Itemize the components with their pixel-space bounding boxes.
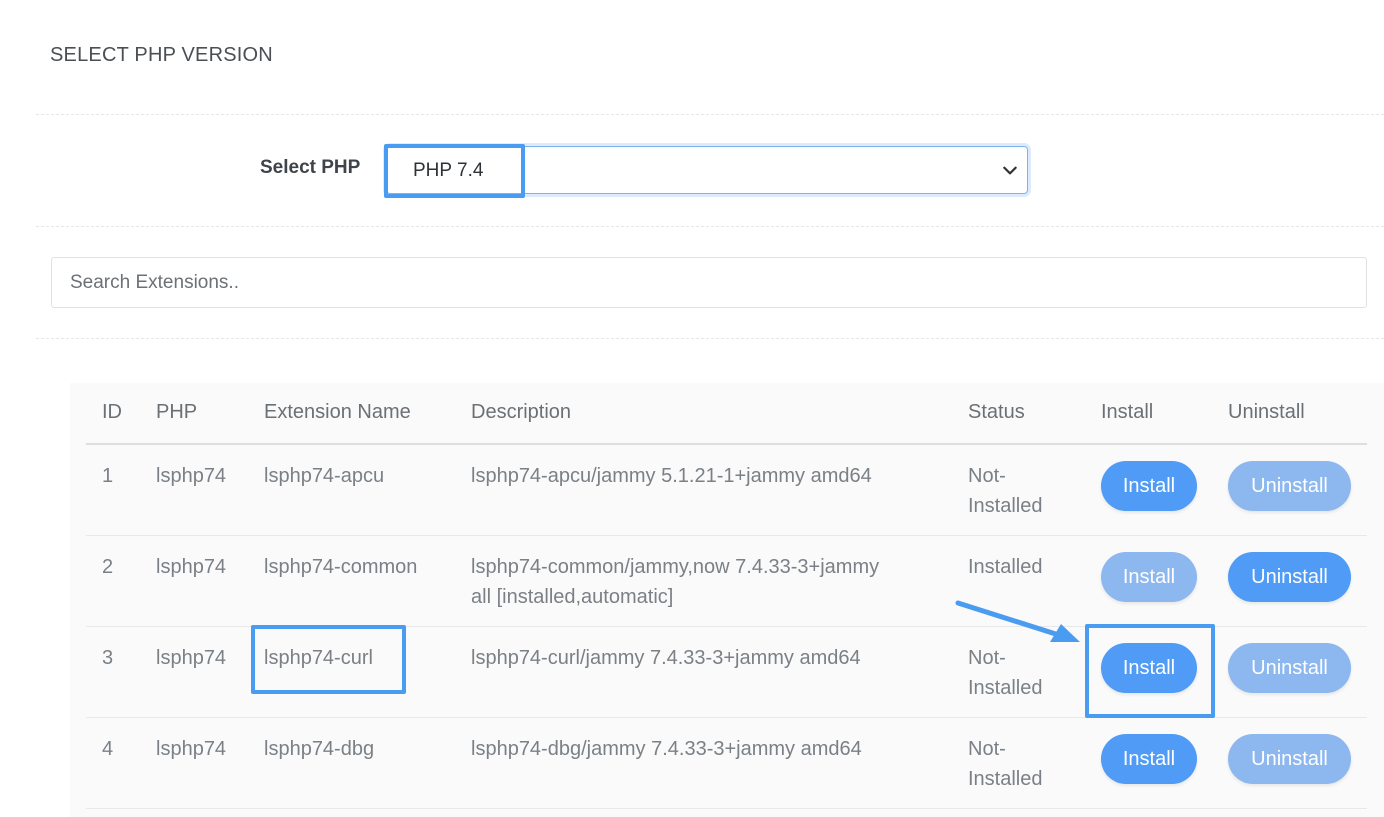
row-status: Installed: [968, 556, 1043, 578]
install-button[interactable]: Install: [1101, 552, 1197, 602]
row-status: Installed: [968, 677, 1043, 699]
search-input[interactable]: [52, 258, 1366, 307]
column-header-extension-name: Extension Name: [264, 401, 411, 423]
column-header-uninstall: Uninstall: [1228, 401, 1305, 423]
install-button[interactable]: Install: [1101, 643, 1197, 693]
row-status: Installed: [968, 768, 1043, 790]
column-header-id: ID: [102, 401, 122, 423]
php-version-value: PHP 7.4: [413, 160, 484, 181]
page-title: SELECT PHP VERSION: [50, 44, 273, 66]
header-divider: [86, 443, 1367, 445]
row-status: Not-: [968, 738, 1006, 760]
row-divider: [86, 808, 1367, 809]
row-php: lsphp74: [156, 738, 227, 760]
divider: [36, 226, 1384, 227]
divider: [36, 338, 1384, 339]
column-header-install: Install: [1101, 401, 1154, 423]
uninstall-button[interactable]: Uninstall: [1228, 461, 1351, 511]
chevron-down-icon: [1003, 166, 1017, 175]
row-status: Installed: [968, 495, 1043, 517]
uninstall-button[interactable]: Uninstall: [1228, 643, 1351, 693]
row-status: Not-: [968, 465, 1006, 487]
row-id: 3: [102, 647, 114, 669]
row-description: all [installed,automatic]: [471, 586, 674, 608]
row-divider: [86, 626, 1367, 627]
row-php: lsphp74: [156, 647, 227, 669]
row-extension-name: lsphp74-dbg: [264, 738, 375, 760]
row-divider: [86, 535, 1367, 536]
row-php: lsphp74: [156, 465, 227, 487]
row-php: lsphp74: [156, 556, 227, 578]
extensions-table: ID PHP Extension Name Description Status…: [70, 383, 1384, 817]
uninstall-button[interactable]: Uninstall: [1228, 734, 1351, 784]
row-extension-name: lsphp74-apcu: [264, 465, 385, 487]
row-id: 1: [102, 465, 114, 487]
row-divider: [86, 717, 1367, 718]
column-header-php: PHP: [156, 401, 198, 423]
column-header-status: Status: [968, 401, 1025, 423]
row-extension-name: lsphp74-curl: [264, 647, 373, 669]
arrow-icon: [955, 600, 1080, 642]
php-extensions-page: SELECT PHP VERSION Select PHP PHP 7.4 ID…: [0, 0, 1384, 817]
install-button[interactable]: Install: [1101, 461, 1197, 511]
row-id: 2: [102, 556, 114, 578]
row-extension-name: lsphp74-common: [264, 556, 418, 578]
column-header-description: Description: [471, 401, 572, 423]
install-button[interactable]: Install: [1101, 734, 1197, 784]
search-extensions-field[interactable]: [51, 257, 1367, 308]
row-id: 4: [102, 738, 114, 760]
row-description: lsphp74-dbg/jammy 7.4.33-3+jammy amd64: [471, 738, 862, 760]
php-version-select[interactable]: PHP 7.4: [386, 146, 1028, 194]
divider: [36, 114, 1384, 115]
select-php-label: Select PHP: [260, 157, 361, 178]
uninstall-button[interactable]: Uninstall: [1228, 552, 1351, 602]
row-description: lsphp74-curl/jammy 7.4.33-3+jammy amd64: [471, 647, 861, 669]
row-description: lsphp74-common/jammy,now 7.4.33-3+jammy: [471, 556, 880, 578]
row-description: lsphp74-apcu/jammy 5.1.21-1+jammy amd64: [471, 465, 872, 487]
